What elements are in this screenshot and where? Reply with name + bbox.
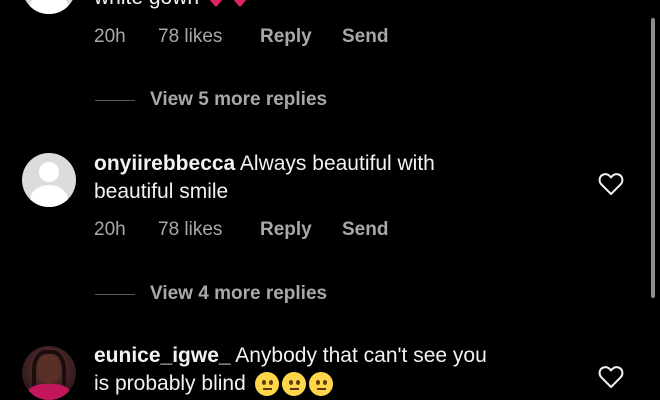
- avatar[interactable]: [22, 0, 76, 14]
- red-heart-icon: [209, 0, 247, 8]
- send-button[interactable]: Send: [342, 26, 388, 48]
- divider-line: [95, 294, 135, 295]
- comments-screen: white gown 20h 78 likes Reply Send View …: [0, 0, 660, 400]
- username[interactable]: eunice_igwe_: [94, 344, 231, 367]
- reply-button[interactable]: Reply: [260, 26, 312, 48]
- comment-text: white gown: [94, 0, 594, 12]
- avatar[interactable]: [22, 346, 76, 400]
- comment-time: 20h: [94, 219, 126, 240]
- comment-body-line2: beautiful smile: [94, 180, 229, 203]
- neutral-face-icon: [254, 372, 279, 397]
- neutral-face-icon: [281, 372, 306, 397]
- scrollbar[interactable]: [651, 18, 655, 298]
- comment-body: white gown: [94, 0, 199, 9]
- comment-time: 20h: [94, 26, 126, 47]
- comment-meta: 20h 78 likes Reply Send: [94, 26, 414, 50]
- view-more-replies[interactable]: View 5 more replies: [95, 89, 327, 111]
- like-heart-icon[interactable]: [598, 365, 624, 389]
- username[interactable]: onyiirebbecca: [94, 152, 235, 175]
- send-button[interactable]: Send: [342, 219, 388, 241]
- neutral-face-icon: [308, 372, 333, 397]
- avatar[interactable]: [22, 153, 76, 207]
- like-heart-icon[interactable]: [598, 172, 624, 196]
- likes-count[interactable]: 78 likes: [158, 219, 222, 241]
- reply-button[interactable]: Reply: [260, 219, 312, 241]
- comment-text: onyiirebbecca Always beautiful with beau…: [94, 150, 594, 206]
- comment-body: Always beautiful with: [235, 152, 435, 175]
- comment-meta: 20h 78 likes Reply Send: [94, 219, 414, 243]
- likes-count[interactable]: 78 likes: [158, 26, 222, 48]
- comment-body-line2: is probably blind: [94, 372, 246, 395]
- divider-line: [95, 100, 135, 101]
- comment-body: Anybody that can't see you: [230, 344, 487, 367]
- comment-text: eunice_igwe_ Anybody that can't see you …: [94, 342, 594, 398]
- view-more-replies[interactable]: View 4 more replies: [95, 283, 327, 305]
